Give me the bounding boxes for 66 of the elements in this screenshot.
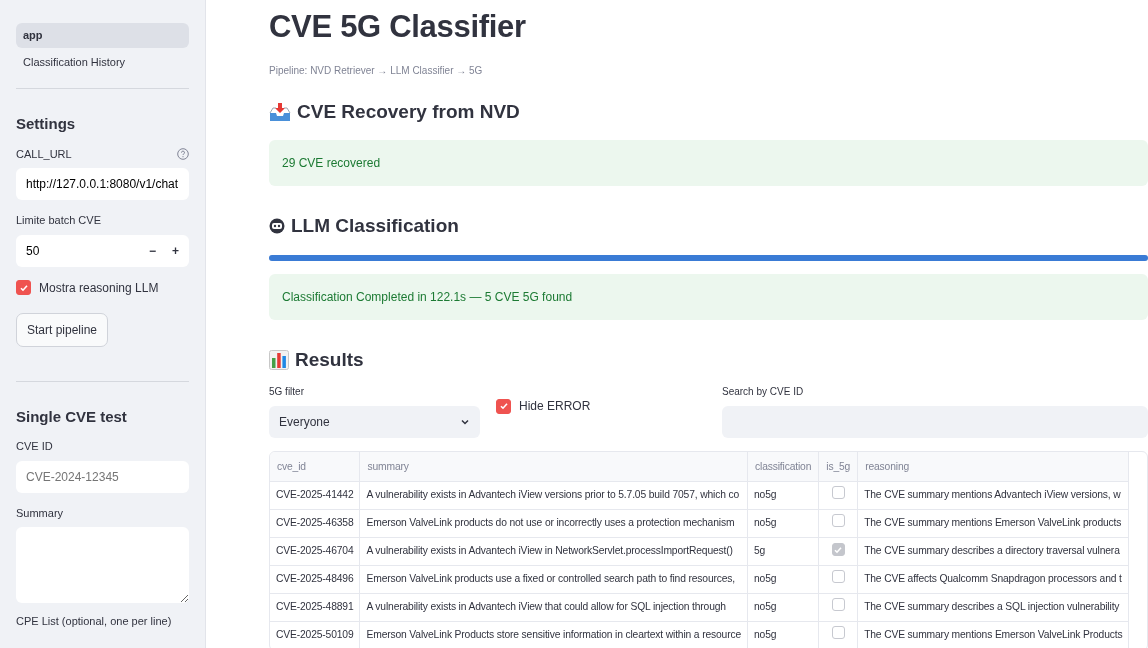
table-cell: The CVE summary mentions Advantech iView versions, w [857,481,1129,509]
section-heading: LLM Classification [291,214,459,238]
checkbox[interactable] [16,280,31,295]
table-cell: no5g [747,593,819,621]
success-message: Classification Completed in 122.1s — 5 CVE 5G found [269,273,1148,320]
table-cell: The CVE affects Qualcomm Snapdragon processors and t [857,565,1129,593]
checkmark-icon [18,282,29,293]
table-cell: A vulnerability exists in Advantech iView versions prior to 5.7.05 build 7057, which co [360,481,748,509]
robot-icon [269,218,285,235]
decrement-button[interactable]: − [148,241,156,260]
field-label: CPE List (optional, one per line) [16,614,172,629]
nav-link[interactable]: app [16,23,189,48]
field-label: Summary [16,505,64,521]
table-cell: no5g [747,565,819,593]
field-label: CALL_URL [16,146,72,162]
table-cell: Emerson ValveLink products do not use or incorrectly uses a protection mechanism [360,509,748,537]
checkbox-label: Mostra reasoning LLM [39,279,159,297]
table-cell: no5g [747,481,819,509]
chevron-down-icon [460,417,470,427]
table-cell: no5g [747,621,819,648]
checkbox[interactable] [496,398,511,414]
number-field[interactable]: 50 − + [16,234,189,267]
bar-chart-icon [269,349,289,370]
table-cell: CVE-2025-48496 [270,565,360,593]
field-label: 5G filter [269,385,305,399]
table-cell: CVE-2025-46704 [270,537,360,565]
table-cell: CVE-2025-41442 [270,481,360,509]
checkbox-label: Hide ERROR [519,398,591,415]
section-heading: Results [295,347,364,372]
url-field[interactable]: http://127.0.0.1:8080/v1/chat [16,168,189,200]
field-label: Search by CVE ID [722,385,805,399]
table-cell: The CVE summary mentions Emerson ValveLink products [857,509,1129,537]
table-cell: Emerson ValveLink Products store sensitive information in cleartext within a resource [360,621,748,648]
section-title: Settings [16,114,77,134]
nav-link[interactable]: Classification History [16,49,189,74]
checkmark-icon [498,401,509,411]
column-header[interactable]: reasoning [857,452,1129,481]
column-header[interactable]: cve_id [270,452,360,481]
column-header[interactable]: classification [747,452,819,481]
table-cell: A vulnerability exists in Advantech iView in NetworkServlet.processImportRequest() [360,537,748,565]
table-cell: CVE-2025-46358 [270,509,360,537]
field-label: Limite batch CVE [16,213,101,228]
summary-field[interactable] [16,527,189,603]
table-cell: The CVE summary describes a SQL injection vulnerability [857,593,1129,621]
start-pipeline-button[interactable]: Start pipeline [16,312,109,347]
table-cell: The CVE summary describes a directory traversal vulnera [857,537,1129,565]
table-cell: Emerson ValveLink products use a fixed or controlled search path to find resources, [360,565,748,593]
field-label: CVE ID [16,439,53,454]
table-cell: 5g [747,537,819,565]
table-cell: CVE-2025-50109 [270,621,360,648]
cve-id-field[interactable]: CVE-2024-12345 [16,460,189,493]
caption: Pipeline: NVD Retriever → LLM Classifier → 5G [269,63,484,78]
inbox-tray-icon [269,101,291,122]
section-title: Single CVE test [16,406,128,427]
help-icon[interactable] [177,147,189,160]
column-header[interactable]: is_5g [818,452,858,481]
filter-dropdown[interactable]: Everyone [269,406,480,438]
table-cell: no5g [747,509,819,537]
section-heading: CVE Recovery from NVD [297,99,520,124]
column-header[interactable]: summary [360,452,748,481]
increment-button[interactable]: + [172,241,179,260]
success-message: 29 CVE recovered [269,140,1148,186]
table-cell: The CVE summary mentions Emerson ValveLink Products [857,621,1129,648]
table-cell: A vulnerability exists in Advantech iView that could allow for SQL injection through [360,593,748,621]
page-title: CVE 5G Classifier [269,8,527,46]
table-cell: CVE-2025-48891 [270,593,360,621]
